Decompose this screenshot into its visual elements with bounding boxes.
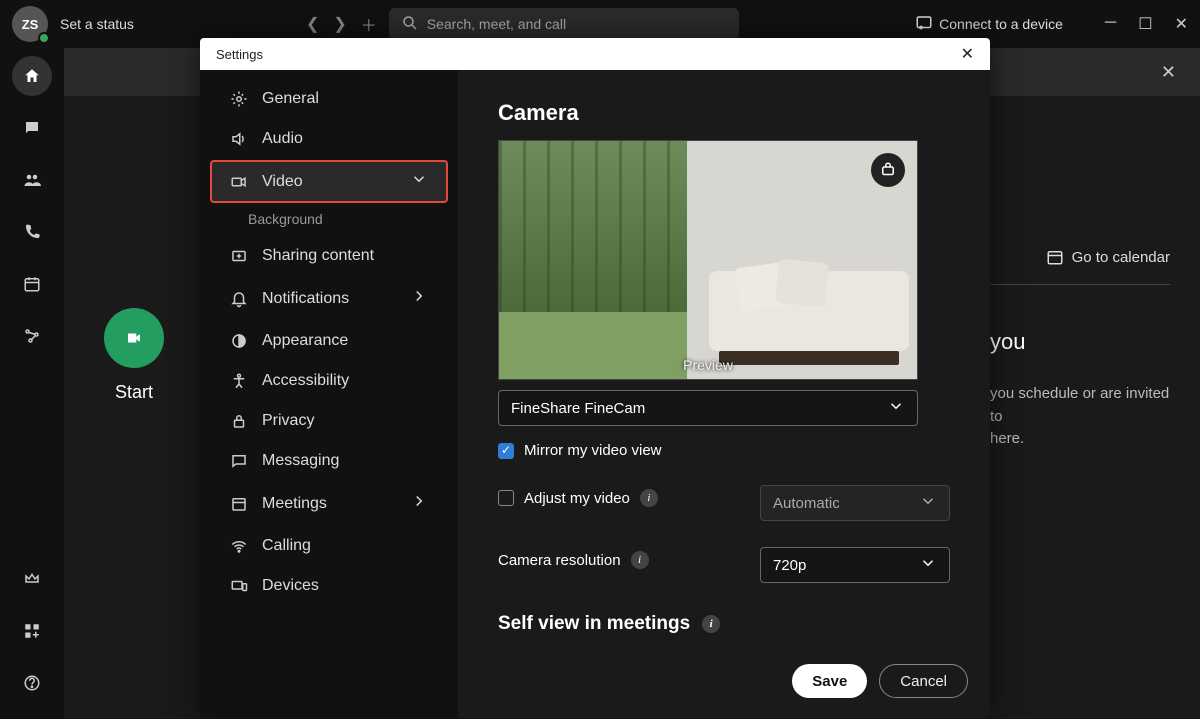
content-scroll[interactable]: Camera Preview FineShare Fin — [458, 70, 990, 650]
rail-premium[interactable] — [12, 559, 52, 599]
rail-apps[interactable] — [12, 611, 52, 651]
maximize-button[interactable]: ☐ — [1138, 14, 1152, 34]
nav-accessibility[interactable]: Accessibility — [210, 362, 448, 400]
forward-button[interactable]: ❯ — [333, 14, 346, 34]
rail-help[interactable] — [12, 663, 52, 703]
gear-icon — [230, 90, 248, 108]
rail-activity[interactable] — [12, 316, 52, 356]
modal-titlebar: Settings ✕ — [200, 38, 990, 70]
nav-general[interactable]: General — [210, 80, 448, 118]
camera-select[interactable]: FineShare FineCam — [498, 390, 918, 426]
selfview-heading: Self view in meetings i — [498, 613, 950, 635]
info-icon[interactable]: i — [631, 551, 649, 569]
nav-notifications[interactable]: Notifications — [210, 277, 448, 320]
save-button[interactable]: Save — [792, 664, 867, 698]
mirror-checkbox[interactable] — [498, 443, 514, 459]
resolution-label: Camera resolution — [498, 552, 621, 569]
appearance-icon — [230, 332, 248, 350]
chevron-down-icon — [919, 492, 937, 514]
rail-calls[interactable] — [12, 212, 52, 252]
cast-icon — [915, 14, 933, 35]
wifi-icon — [230, 537, 248, 555]
avatar-initials: ZS — [22, 17, 39, 32]
bell-icon — [230, 290, 248, 308]
minimize-button[interactable]: ─ — [1105, 14, 1116, 34]
camera-select-value: FineShare FineCam — [511, 400, 645, 417]
adjust-label: Adjust my video — [524, 490, 630, 507]
left-rail — [0, 48, 64, 719]
search-icon — [401, 14, 419, 35]
start-meeting-button[interactable] — [104, 308, 164, 368]
search-input[interactable]: Search, meet, and call — [389, 8, 739, 40]
chat-icon — [230, 452, 248, 470]
heading-fragment: you — [990, 329, 1170, 355]
settings-content: Camera Preview FineShare Fin — [458, 70, 990, 718]
mirror-row: Mirror my video view — [498, 442, 950, 459]
cancel-button[interactable]: Cancel — [879, 664, 968, 698]
speaker-icon — [230, 130, 248, 148]
right-sidebar-content: Go to calendar you you schedule or are i… — [990, 248, 1170, 451]
chevron-right-icon — [410, 287, 428, 310]
settings-modal: Settings ✕ General Audio Video Backgroun… — [200, 38, 990, 718]
presence-dot — [38, 32, 50, 44]
resolution-row: Camera resolution i 720p — [498, 537, 950, 583]
nav-audio[interactable]: Audio — [210, 120, 448, 158]
nav-sharing[interactable]: Sharing content — [210, 237, 448, 275]
close-window-button[interactable]: ✕ — [1175, 14, 1188, 34]
modal-close-button[interactable]: ✕ — [961, 44, 974, 64]
resolution-select[interactable]: 720p — [760, 547, 950, 583]
banner-close-button[interactable]: ✕ — [1161, 62, 1176, 83]
chevron-right-icon — [410, 492, 428, 515]
accessibility-icon — [230, 372, 248, 390]
info-icon[interactable]: i — [702, 615, 720, 633]
nav-calling[interactable]: Calling — [210, 527, 448, 565]
sub-text: you schedule or are invited to here. — [990, 383, 1170, 451]
nav-meetings[interactable]: Meetings — [210, 482, 448, 525]
resolution-select-value: 720p — [773, 557, 806, 574]
lock-icon — [230, 412, 248, 430]
calendar-icon — [230, 495, 248, 513]
camera-heading: Camera — [498, 100, 950, 126]
nav-video-background[interactable]: Background — [200, 205, 458, 235]
nav-privacy[interactable]: Privacy — [210, 402, 448, 440]
nav-video[interactable]: Video — [210, 160, 448, 203]
nav-devices[interactable]: Devices — [210, 567, 448, 605]
avatar[interactable]: ZS — [12, 6, 48, 42]
adjust-select[interactable]: Automatic — [760, 485, 950, 521]
video-icon — [230, 173, 248, 191]
chevron-down-icon — [410, 170, 428, 193]
settings-nav: General Audio Video Background Sharing c… — [200, 70, 458, 718]
go-to-calendar-link[interactable]: Go to calendar — [990, 248, 1170, 266]
camera-preview: Preview — [498, 140, 918, 380]
search-placeholder: Search, meet, and call — [427, 16, 566, 32]
new-button[interactable]: ＋ — [361, 12, 377, 36]
chevron-down-icon — [919, 554, 937, 576]
rail-calendar[interactable] — [12, 264, 52, 304]
chevron-down-icon — [887, 397, 905, 419]
start-label: Start — [104, 382, 164, 403]
preview-action-button[interactable] — [871, 153, 905, 187]
mirror-label: Mirror my video view — [524, 442, 662, 459]
nav-appearance[interactable]: Appearance — [210, 322, 448, 360]
rail-teams[interactable] — [12, 160, 52, 200]
modal-title-text: Settings — [216, 47, 263, 62]
share-icon — [230, 247, 248, 265]
adjust-row: Adjust my video i Automatic — [498, 475, 950, 521]
modal-footer: Save Cancel — [458, 650, 990, 718]
info-icon[interactable]: i — [640, 489, 658, 507]
devices-icon — [230, 577, 248, 595]
history-nav: ❮ ❯ ＋ — [306, 12, 377, 36]
adjust-select-value: Automatic — [773, 495, 840, 512]
preview-label: Preview — [683, 357, 733, 373]
back-button[interactable]: ❮ — [306, 14, 319, 34]
set-status-link[interactable]: Set a status — [60, 16, 134, 32]
rail-chat[interactable] — [12, 108, 52, 148]
rail-home[interactable] — [12, 56, 52, 96]
start-block: Start — [104, 308, 164, 403]
nav-messaging[interactable]: Messaging — [210, 442, 448, 480]
window-controls: ─ ☐ ✕ — [1105, 14, 1188, 34]
connect-device-link[interactable]: Connect to a device — [915, 14, 1063, 35]
adjust-checkbox[interactable] — [498, 490, 514, 506]
